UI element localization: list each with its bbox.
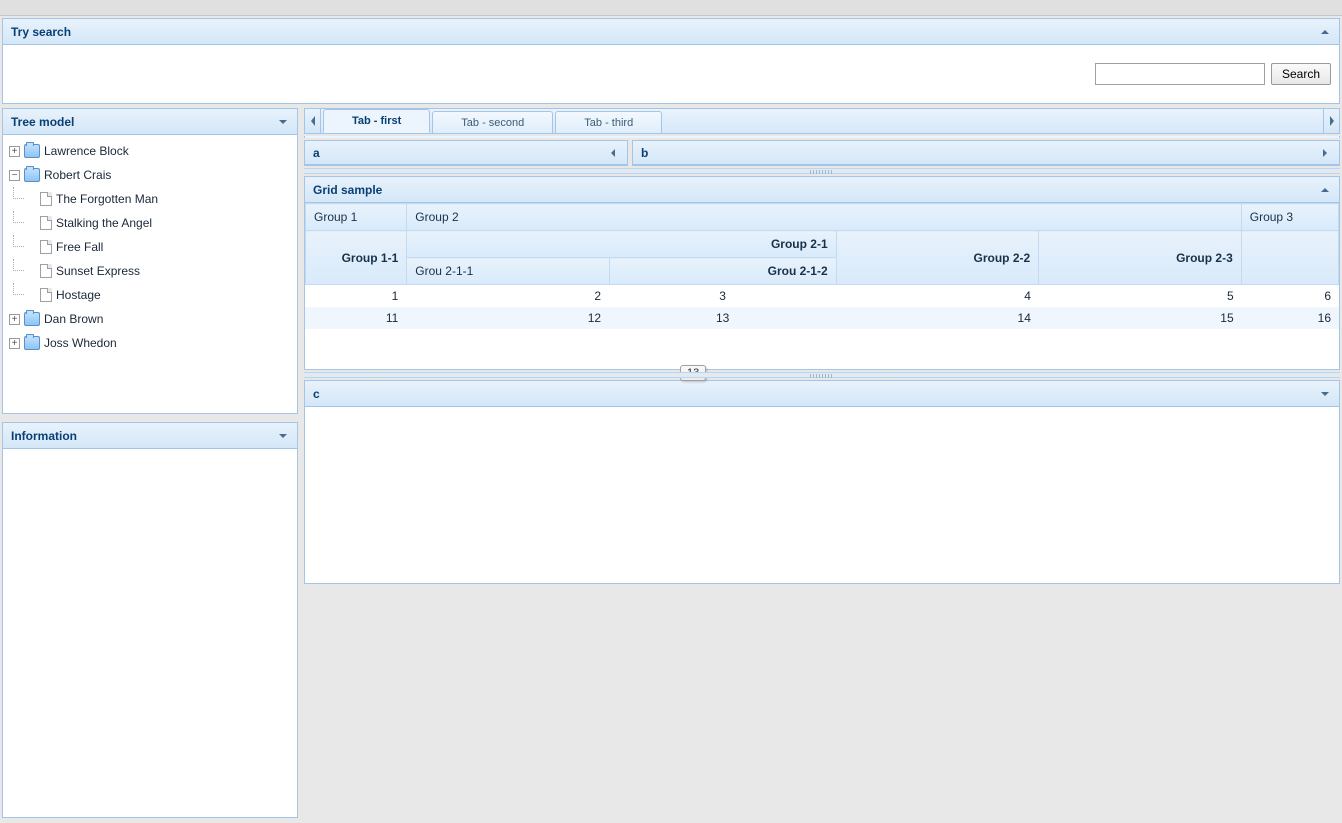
- grid-cell[interactable]: 5: [1039, 285, 1242, 307]
- file-icon: [40, 240, 52, 254]
- file-icon: [40, 216, 52, 230]
- chevron-down-icon[interactable]: [1319, 388, 1331, 400]
- grid-col-header[interactable]: [1241, 231, 1338, 285]
- tree-node-label: Robert Crais: [44, 164, 111, 186]
- collapse-icon[interactable]: [1319, 184, 1331, 196]
- tree-node-label: The Forgotten Man: [56, 188, 158, 210]
- tab-third[interactable]: Tab - third: [555, 111, 662, 133]
- folder-icon: [24, 168, 40, 182]
- grid-col-header[interactable]: Group 2-3: [1039, 231, 1242, 285]
- grid-cell[interactable]: 11: [305, 307, 406, 329]
- file-icon: [40, 288, 52, 302]
- grid-cell[interactable]: 13: [609, 307, 836, 329]
- spacer: [25, 266, 36, 277]
- tree-node[interactable]: + Joss Whedon: [7, 331, 295, 355]
- tree-node-label: Hostage: [56, 284, 101, 306]
- tab-second[interactable]: Tab - second: [432, 111, 553, 133]
- chevron-down-icon[interactable]: [277, 430, 289, 442]
- expand-icon[interactable]: +: [9, 338, 20, 349]
- tree-node[interactable]: + Dan Brown: [7, 307, 295, 331]
- chevron-down-icon[interactable]: [277, 116, 289, 128]
- grid-col-header[interactable]: Grou 2-1-2: [609, 258, 836, 285]
- file-icon: [40, 192, 52, 206]
- tab-first[interactable]: Tab - first: [323, 109, 430, 133]
- panel-a-title: a: [313, 141, 320, 165]
- grid-col-header[interactable]: Group 2: [407, 204, 1241, 231]
- tree-node-label: Stalking the Angel: [56, 212, 152, 234]
- expand-icon[interactable]: +: [9, 314, 20, 325]
- spacer: [25, 194, 36, 205]
- tree-node[interactable]: + Lawrence Block: [7, 139, 295, 163]
- table-row[interactable]: 11 12 13 14 15 16: [305, 307, 1339, 329]
- tree-node[interactable]: Free Fall: [23, 235, 295, 259]
- grid-col-header[interactable]: Group 2-1: [407, 231, 836, 258]
- spacer: [25, 242, 36, 253]
- tree-node[interactable]: Sunset Express: [23, 259, 295, 283]
- grid-col-header[interactable]: Group 2-2: [836, 231, 1039, 285]
- grid-cell[interactable]: 3: [609, 285, 836, 307]
- tree-node-label: Free Fall: [56, 236, 103, 258]
- grid-cell[interactable]: 4: [836, 285, 1039, 307]
- window-titlebar-placeholder: [0, 0, 1342, 16]
- chevron-left-icon[interactable]: [607, 147, 619, 159]
- search-panel-title: Try search: [11, 19, 71, 45]
- tree-node[interactable]: − Robert Crais: [7, 163, 295, 187]
- information-panel: Information: [2, 422, 298, 818]
- panel-c-title: c: [313, 381, 320, 407]
- grid-cell[interactable]: 15: [1039, 307, 1242, 329]
- search-button[interactable]: Search: [1271, 63, 1331, 85]
- tree-node[interactable]: Stalking the Angel: [23, 211, 295, 235]
- grid-cell[interactable]: 16: [1242, 307, 1339, 329]
- grid-panel-title: Grid sample: [313, 177, 382, 203]
- folder-icon: [24, 144, 40, 158]
- grid-cell[interactable]: 6: [1242, 285, 1339, 307]
- spacer: [25, 290, 36, 301]
- collapse-icon[interactable]: [1319, 26, 1331, 38]
- tree-node-label: Lawrence Block: [44, 140, 129, 162]
- file-icon: [40, 264, 52, 278]
- grid-cell[interactable]: 14: [836, 307, 1039, 329]
- grid-col-header[interactable]: Grou 2-1-1: [407, 258, 610, 285]
- grid-cell[interactable]: 2: [406, 285, 609, 307]
- tree-node[interactable]: The Forgotten Man: [23, 187, 295, 211]
- panel-b: b: [632, 140, 1340, 166]
- grid-col-header[interactable]: Group 1: [306, 204, 407, 231]
- grid-col-header[interactable]: Group 3: [1241, 204, 1338, 231]
- collapse-node-icon[interactable]: −: [9, 170, 20, 181]
- chevron-right-icon[interactable]: [1319, 147, 1331, 159]
- panel-b-title: b: [641, 141, 648, 165]
- tab-scroll-left[interactable]: [305, 109, 321, 133]
- tab-strip: Tab - first Tab - second Tab - third: [304, 108, 1340, 134]
- grid-body: 1 2 3 4 5 6 11 12 13 14 15 16: [305, 285, 1339, 329]
- tree-node-label: Joss Whedon: [44, 332, 117, 354]
- grid-panel: Grid sample Group 1 Group 2 Group 3: [304, 176, 1340, 370]
- spacer: [25, 218, 36, 229]
- table-row[interactable]: 1 2 3 4 5 6: [305, 285, 1339, 307]
- horizontal-splitter[interactable]: [304, 168, 1340, 174]
- panel-c: c: [304, 380, 1340, 584]
- grid-cell[interactable]: 12: [406, 307, 609, 329]
- tree: + Lawrence Block − Robert Crais: [5, 139, 295, 355]
- tab-scroll-right[interactable]: [1323, 109, 1339, 133]
- tree-node-label: Dan Brown: [44, 308, 103, 330]
- search-panel: Try search Search: [2, 18, 1340, 104]
- folder-icon: [24, 312, 40, 326]
- horizontal-splitter[interactable]: [304, 372, 1340, 378]
- tree-node[interactable]: Hostage: [23, 283, 295, 307]
- grid-cell[interactable]: 1: [305, 285, 406, 307]
- information-panel-title: Information: [11, 423, 77, 449]
- grid-header: Group 1 Group 2 Group 3 Group 1-1 Group …: [305, 203, 1339, 285]
- panel-a: a: [304, 140, 628, 166]
- search-input[interactable]: [1095, 63, 1265, 85]
- folder-icon: [24, 336, 40, 350]
- tree-panel: Tree model + Lawrence Block: [2, 108, 298, 414]
- grid-col-header[interactable]: Group 1-1: [306, 231, 407, 285]
- tree-panel-title: Tree model: [11, 109, 74, 135]
- expand-icon[interactable]: +: [9, 146, 20, 157]
- tree-node-label: Sunset Express: [56, 260, 140, 282]
